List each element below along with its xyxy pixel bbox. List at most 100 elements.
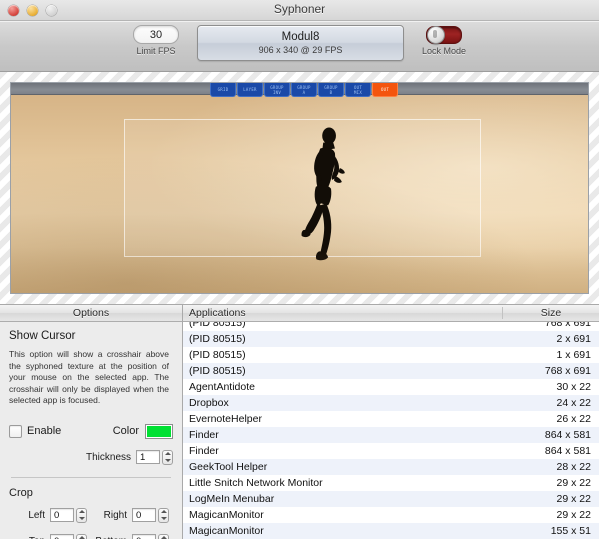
limit-fps-control: 30 Limit FPS (132, 25, 179, 56)
thickness-input[interactable]: 1 (136, 450, 160, 464)
application-size-cell: 155 x 51 (550, 525, 591, 537)
options-body: Show Cursor This option will show a cros… (0, 322, 182, 539)
applications-list: (PID 80515) 768 x 691 (PID 80515) 2 x 691 (P… (183, 322, 599, 539)
options-pane-header: Options (0, 305, 182, 322)
crop-field-group: Top 0 (9, 533, 91, 539)
crop-bottom-label: Bottom (95, 536, 127, 539)
overlay-tag[interactable]: LAYER (237, 83, 263, 97)
crop-top-stepper[interactable] (76, 533, 87, 539)
table-row[interactable]: Little Snitch Network Monitor 29 x 22 (183, 475, 599, 491)
application-size-cell: 2 x 691 (556, 333, 591, 345)
crop-section-title: Crop (9, 486, 33, 499)
crop-fields-grid: Left 0 Right 0 Top 0 Bottom 0 (9, 507, 173, 539)
overlay-tag-line1: GRID (217, 87, 229, 92)
application-size-cell: 768 x 691 (544, 365, 591, 377)
crop-left-stepper[interactable] (76, 507, 87, 523)
runner-silhouette-image (279, 125, 371, 272)
color-group: Color (113, 423, 173, 439)
application-size-cell: 30 x 22 (556, 381, 591, 393)
source-detail-label: 906 x 340 @ 29 FPS (258, 44, 343, 55)
table-row[interactable]: Finder 864 x 581 (183, 443, 599, 459)
crop-right-stepper[interactable] (158, 507, 169, 523)
table-row[interactable]: Dropbox 24 x 22 (183, 395, 599, 411)
source-selector-button[interactable]: Modul8 906 x 340 @ 29 FPS (196, 25, 404, 61)
crop-right-input[interactable]: 0 (132, 508, 156, 522)
table-row[interactable]: AgentAntidote 30 x 22 (183, 379, 599, 395)
table-row[interactable]: EvernoteHelper 26 x 22 (183, 411, 599, 427)
bottom-split: Options Show Cursor This option will sho… (0, 304, 599, 539)
enable-checkbox-group[interactable]: Enable (9, 424, 61, 438)
table-row[interactable]: MagicanMonitor 155 x 51 (183, 523, 599, 539)
options-pane: Options Show Cursor This option will sho… (0, 305, 183, 539)
window-title: Syphoner (273, 2, 326, 16)
application-name-cell: AgentAntidote (189, 381, 255, 393)
application-size-cell: 864 x 581 (544, 429, 591, 441)
crop-top-input[interactable]: 0 (50, 534, 74, 539)
application-size-cell: 28 x 22 (556, 461, 591, 473)
application-size-cell: 24 x 22 (556, 397, 591, 409)
show-cursor-description: This option will show a crosshair above … (9, 349, 169, 405)
application-name-cell: MagicanMonitor (189, 509, 264, 521)
applications-scroll-area[interactable]: (PID 80515) 768 x 691 (PID 80515) 2 x 691 (P… (183, 322, 599, 539)
crop-field-group: Left 0 (9, 507, 91, 523)
application-name-cell: GeekTool Helper (189, 461, 268, 473)
table-row[interactable]: (PID 80515) 768 x 691 (183, 322, 599, 331)
limit-fps-input[interactable]: 30 (132, 25, 179, 44)
window-titlebar: Syphoner (0, 0, 599, 21)
application-size-cell: 1 x 691 (556, 349, 591, 361)
application-name-cell: EvernoteHelper (189, 413, 262, 425)
overlay-tag-line2: B (329, 89, 333, 95)
overlay-tag[interactable]: OUT MIX (345, 83, 371, 97)
table-row[interactable]: Finder 864 x 581 (183, 427, 599, 443)
application-name-cell: (PID 80515) (189, 365, 246, 377)
crop-bottom-input[interactable]: 0 (132, 534, 156, 539)
source-name-label: Modul8 (281, 30, 320, 43)
thickness-label: Thickness (85, 451, 131, 463)
lock-mode-toggle[interactable] (426, 26, 462, 44)
applications-pane-header: Applications Size (183, 305, 599, 322)
thickness-row: Thickness 1 (9, 449, 173, 465)
crop-field-group: Right 0 (91, 507, 173, 523)
application-name-cell: Finder (189, 429, 219, 441)
application-name-cell: Little Snitch Network Monitor (189, 477, 323, 489)
overlay-tag[interactable]: GROUP INV (264, 83, 290, 97)
enable-checkbox[interactable] (9, 424, 22, 438)
application-name-cell: (PID 80515) (189, 322, 246, 329)
overlay-tag[interactable]: GROUP B (318, 83, 344, 97)
application-name-cell: Finder (189, 445, 219, 457)
table-row[interactable]: GeekTool Helper 28 x 22 (183, 459, 599, 475)
toolbar: 30 Limit FPS Modul8 906 x 340 @ 29 FPS L… (0, 21, 599, 72)
lock-mode-control: Lock Mode (422, 25, 466, 56)
overlay-tag-row: GRID LAYER GROUP INV GROUP A GROUP B OUT MIX OUT (210, 83, 398, 97)
application-size-cell: 26 x 22 (556, 413, 591, 425)
crop-left-input[interactable]: 0 (50, 508, 74, 522)
cursor-color-swatch[interactable] (145, 423, 173, 439)
syphon-video-preview[interactable]: GRID LAYER GROUP INV GROUP A GROUP B OUT MIX OUT (10, 82, 589, 294)
applications-column-header[interactable]: Applications (183, 307, 503, 319)
table-row[interactable]: (PID 80515) 1 x 691 (183, 347, 599, 363)
lock-mode-label: Lock Mode (421, 46, 467, 56)
overlay-tag-line1: LAYER (243, 87, 257, 92)
application-name-cell: (PID 80515) (189, 333, 246, 345)
thickness-stepper[interactable] (162, 449, 173, 465)
application-size-cell: 864 x 581 (544, 445, 591, 457)
application-size-cell: 29 x 22 (556, 477, 591, 489)
overlay-tag[interactable]: GRID (210, 83, 236, 97)
application-name-cell: MagicanMonitor (189, 525, 264, 537)
options-divider (11, 476, 171, 478)
table-row[interactable]: (PID 80515) 2 x 691 (183, 331, 599, 347)
applications-pane: Applications Size (PID 80515) 768 x 691 (P… (183, 305, 599, 539)
crop-top-label: Top (29, 536, 45, 539)
application-size-cell: 768 x 691 (544, 322, 591, 329)
table-row[interactable]: (PID 80515) 768 x 691 (183, 363, 599, 379)
overlay-tag[interactable]: OUT (372, 83, 398, 97)
overlay-tag[interactable]: GROUP A (291, 83, 317, 97)
table-row[interactable]: LogMeIn Menubar 29 x 22 (183, 491, 599, 507)
application-name-cell: LogMeIn Menubar (189, 493, 275, 505)
table-row[interactable]: MagicanMonitor 29 x 22 (183, 507, 599, 523)
size-column-header[interactable]: Size (503, 307, 599, 319)
crop-left-label: Left (28, 509, 45, 521)
limit-fps-label: Limit FPS (136, 46, 176, 56)
crop-bottom-stepper[interactable] (158, 533, 169, 539)
overlay-tag-line1: OUT (380, 87, 390, 92)
